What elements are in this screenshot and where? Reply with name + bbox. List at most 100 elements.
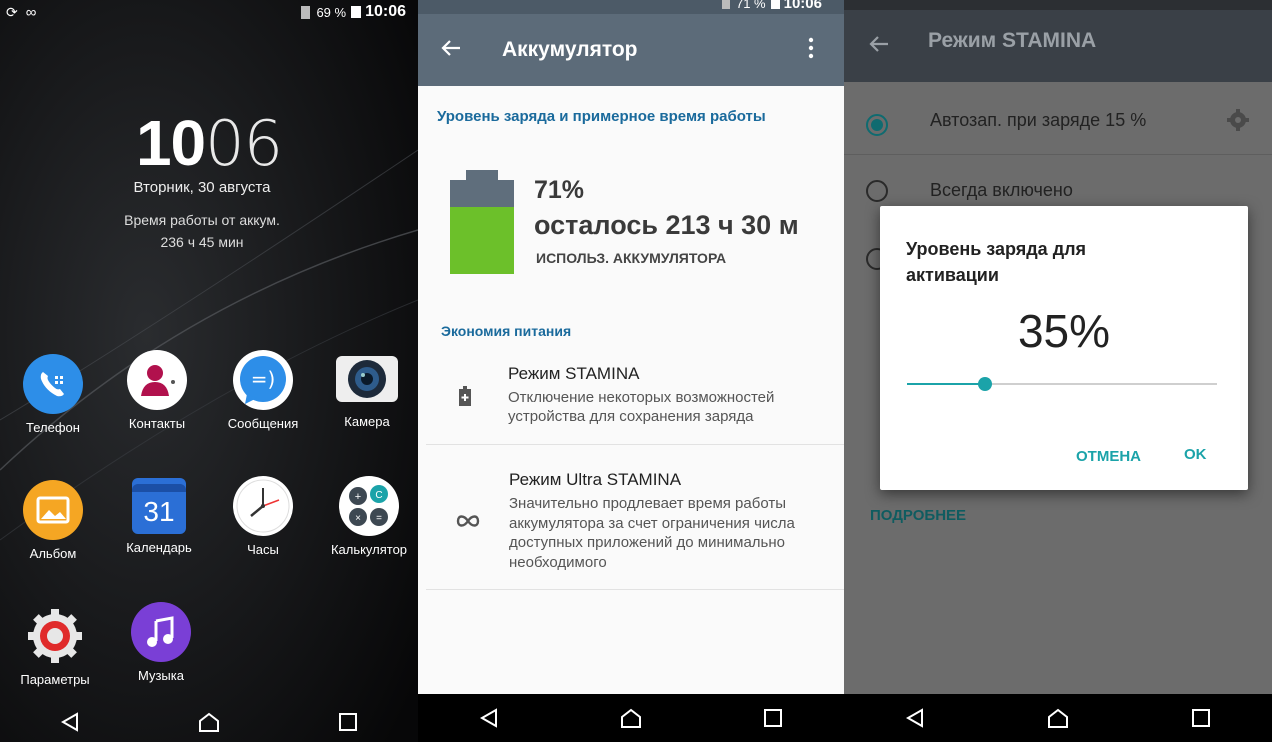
sync-icon: ⟳ xyxy=(6,3,18,20)
option-label: Автозап. при заряде 15 % xyxy=(930,110,1147,130)
charge-level-dialog: Уровень заряда для активации 35% ОТМЕНА … xyxy=(880,206,1248,490)
back-arrow-button[interactable] xyxy=(868,35,892,58)
battery-settings-screen: 71 % 10:06 Аккумулятор Уровень заряда и … xyxy=(418,0,844,742)
dialog-title: Уровень заряда для активации xyxy=(906,239,1087,285)
slider-thumb[interactable] xyxy=(977,377,992,391)
svg-text:+: + xyxy=(355,491,361,503)
app-label: Телефон xyxy=(26,420,80,435)
battery-percent: 71 % xyxy=(735,0,766,11)
back-button[interactable] xyxy=(50,702,90,742)
app-bar: Аккумулятор xyxy=(418,14,844,86)
battery-time-value: 236 ч 45 мин xyxy=(160,234,244,250)
app-music[interactable]: Музыка xyxy=(116,602,206,683)
app-album[interactable]: Альбом xyxy=(8,480,98,561)
battery-plus-icon xyxy=(459,386,471,406)
ok-button[interactable]: OK xyxy=(1184,446,1207,463)
app-label: Альбом xyxy=(29,546,77,561)
svg-text:=): =) xyxy=(251,367,276,391)
home-icon xyxy=(198,712,219,732)
page-title: Аккумулятор xyxy=(502,38,638,61)
recents-button[interactable] xyxy=(328,702,368,742)
clock-minute: 06 xyxy=(205,107,283,180)
back-button[interactable] xyxy=(469,698,509,738)
slider-fill xyxy=(907,383,985,385)
messages-icon: =) xyxy=(233,350,293,410)
navigation-bar xyxy=(844,694,1272,742)
cancel-button[interactable]: ОТМЕНА xyxy=(1076,448,1141,465)
app-bar: Режим STAMINA xyxy=(844,10,1272,82)
status-bar: 71 % 10:06 xyxy=(418,0,844,14)
section-header-saving: Экономия питания xyxy=(441,323,572,339)
clock-icon xyxy=(233,476,293,536)
home-screen: ⟳ ∞ 69 % 10:06 1006 Вторник, 30 августа … xyxy=(0,0,418,742)
infinity-icon: ∞ xyxy=(25,3,37,21)
home-button[interactable] xyxy=(611,698,651,738)
app-contacts[interactable]: Контакты xyxy=(112,350,202,431)
divider xyxy=(844,154,1272,155)
battery-graphic xyxy=(450,170,514,279)
app-camera[interactable]: Камера xyxy=(322,350,412,429)
arrow-left-icon xyxy=(441,39,460,56)
battery-usage-link[interactable]: ИСПОЛЬЗ. АККУМУЛЯТОРА xyxy=(536,250,726,266)
app-label: Контакты xyxy=(128,416,186,431)
app-clock[interactable]: Часы xyxy=(218,476,308,557)
option-autostart[interactable]: Автозап. при заряде 15 % xyxy=(844,82,1272,154)
more-link[interactable]: ПОДРОБНЕЕ xyxy=(870,507,966,524)
app-messages[interactable]: =) Сообщения xyxy=(218,350,308,431)
radio-selected-icon xyxy=(866,114,888,136)
list-item-desc: Отключение некоторых возможностей устрой… xyxy=(508,389,775,425)
app-calculator[interactable]: + C × = Калькулятор xyxy=(324,476,414,557)
recents-icon xyxy=(339,713,358,731)
app-phone[interactable]: Телефон xyxy=(8,354,98,435)
phone-icon xyxy=(23,354,83,414)
list-item-title: Режим Ultra STAMINA xyxy=(509,470,682,489)
home-button[interactable] xyxy=(1038,698,1078,738)
battery-percent-large: 71% xyxy=(534,176,585,204)
overflow-menu-button[interactable] xyxy=(808,37,814,64)
recents-icon xyxy=(764,709,782,727)
back-icon xyxy=(479,708,497,728)
app-calendar[interactable]: 31 Календарь xyxy=(114,478,204,555)
calendar-icon: 31 xyxy=(132,478,186,534)
home-button[interactable] xyxy=(189,702,229,742)
battery-icon xyxy=(351,6,362,18)
section-header-level: Уровень заряда и примерное время работы xyxy=(437,108,766,125)
battery-icon xyxy=(770,0,780,9)
recents-button[interactable] xyxy=(753,698,793,738)
back-icon xyxy=(60,712,78,732)
calendar-day: 31 xyxy=(143,496,175,527)
svg-text:×: × xyxy=(355,513,361,524)
home-icon xyxy=(621,708,641,728)
battery-percent: 69 % xyxy=(316,4,347,20)
more-vert-icon xyxy=(808,37,814,58)
back-button[interactable] xyxy=(895,698,935,738)
app-label: Часы xyxy=(247,542,279,557)
battery-saver-icon xyxy=(301,5,311,19)
app-label: Камера xyxy=(344,414,390,429)
app-label: Сообщения xyxy=(227,416,299,431)
battery-time-label: Время работы от аккум. xyxy=(124,212,280,228)
recents-button[interactable] xyxy=(1181,698,1221,738)
battery-saver-icon xyxy=(721,0,730,9)
app-settings[interactable]: Параметры xyxy=(10,606,100,687)
svg-text:C: C xyxy=(375,490,382,501)
status-bar: ⟳ ∞ 69 % 10:06 xyxy=(0,0,418,24)
back-arrow-button[interactable] xyxy=(440,39,464,62)
option-always-on[interactable]: Всегда включено xyxy=(844,156,1272,206)
app-label: Параметры xyxy=(20,672,90,687)
calculator-icon: + C × = xyxy=(339,476,399,536)
gear-icon xyxy=(1227,109,1249,131)
infinity-icon xyxy=(456,515,480,527)
music-icon xyxy=(131,602,191,662)
level-slider[interactable] xyxy=(907,374,1217,396)
battery-remaining: осталось 213 ч 30 м xyxy=(534,210,799,240)
status-time: 10:06 xyxy=(783,0,822,12)
clock-widget[interactable]: 1006 Вторник, 30 августа Время работы от… xyxy=(0,108,418,250)
app-label: Музыка xyxy=(138,668,184,683)
camera-icon xyxy=(336,356,398,402)
settings-icon xyxy=(25,606,85,666)
option-label: Всегда включено xyxy=(930,180,1073,200)
app-label: Календарь xyxy=(126,540,192,555)
list-item-ultra-stamina[interactable]: Режим Ultra STAMINA Значительно продлева… xyxy=(418,458,844,588)
list-item-stamina[interactable]: Режим STAMINA Отключение некоторых возмо… xyxy=(418,356,844,446)
